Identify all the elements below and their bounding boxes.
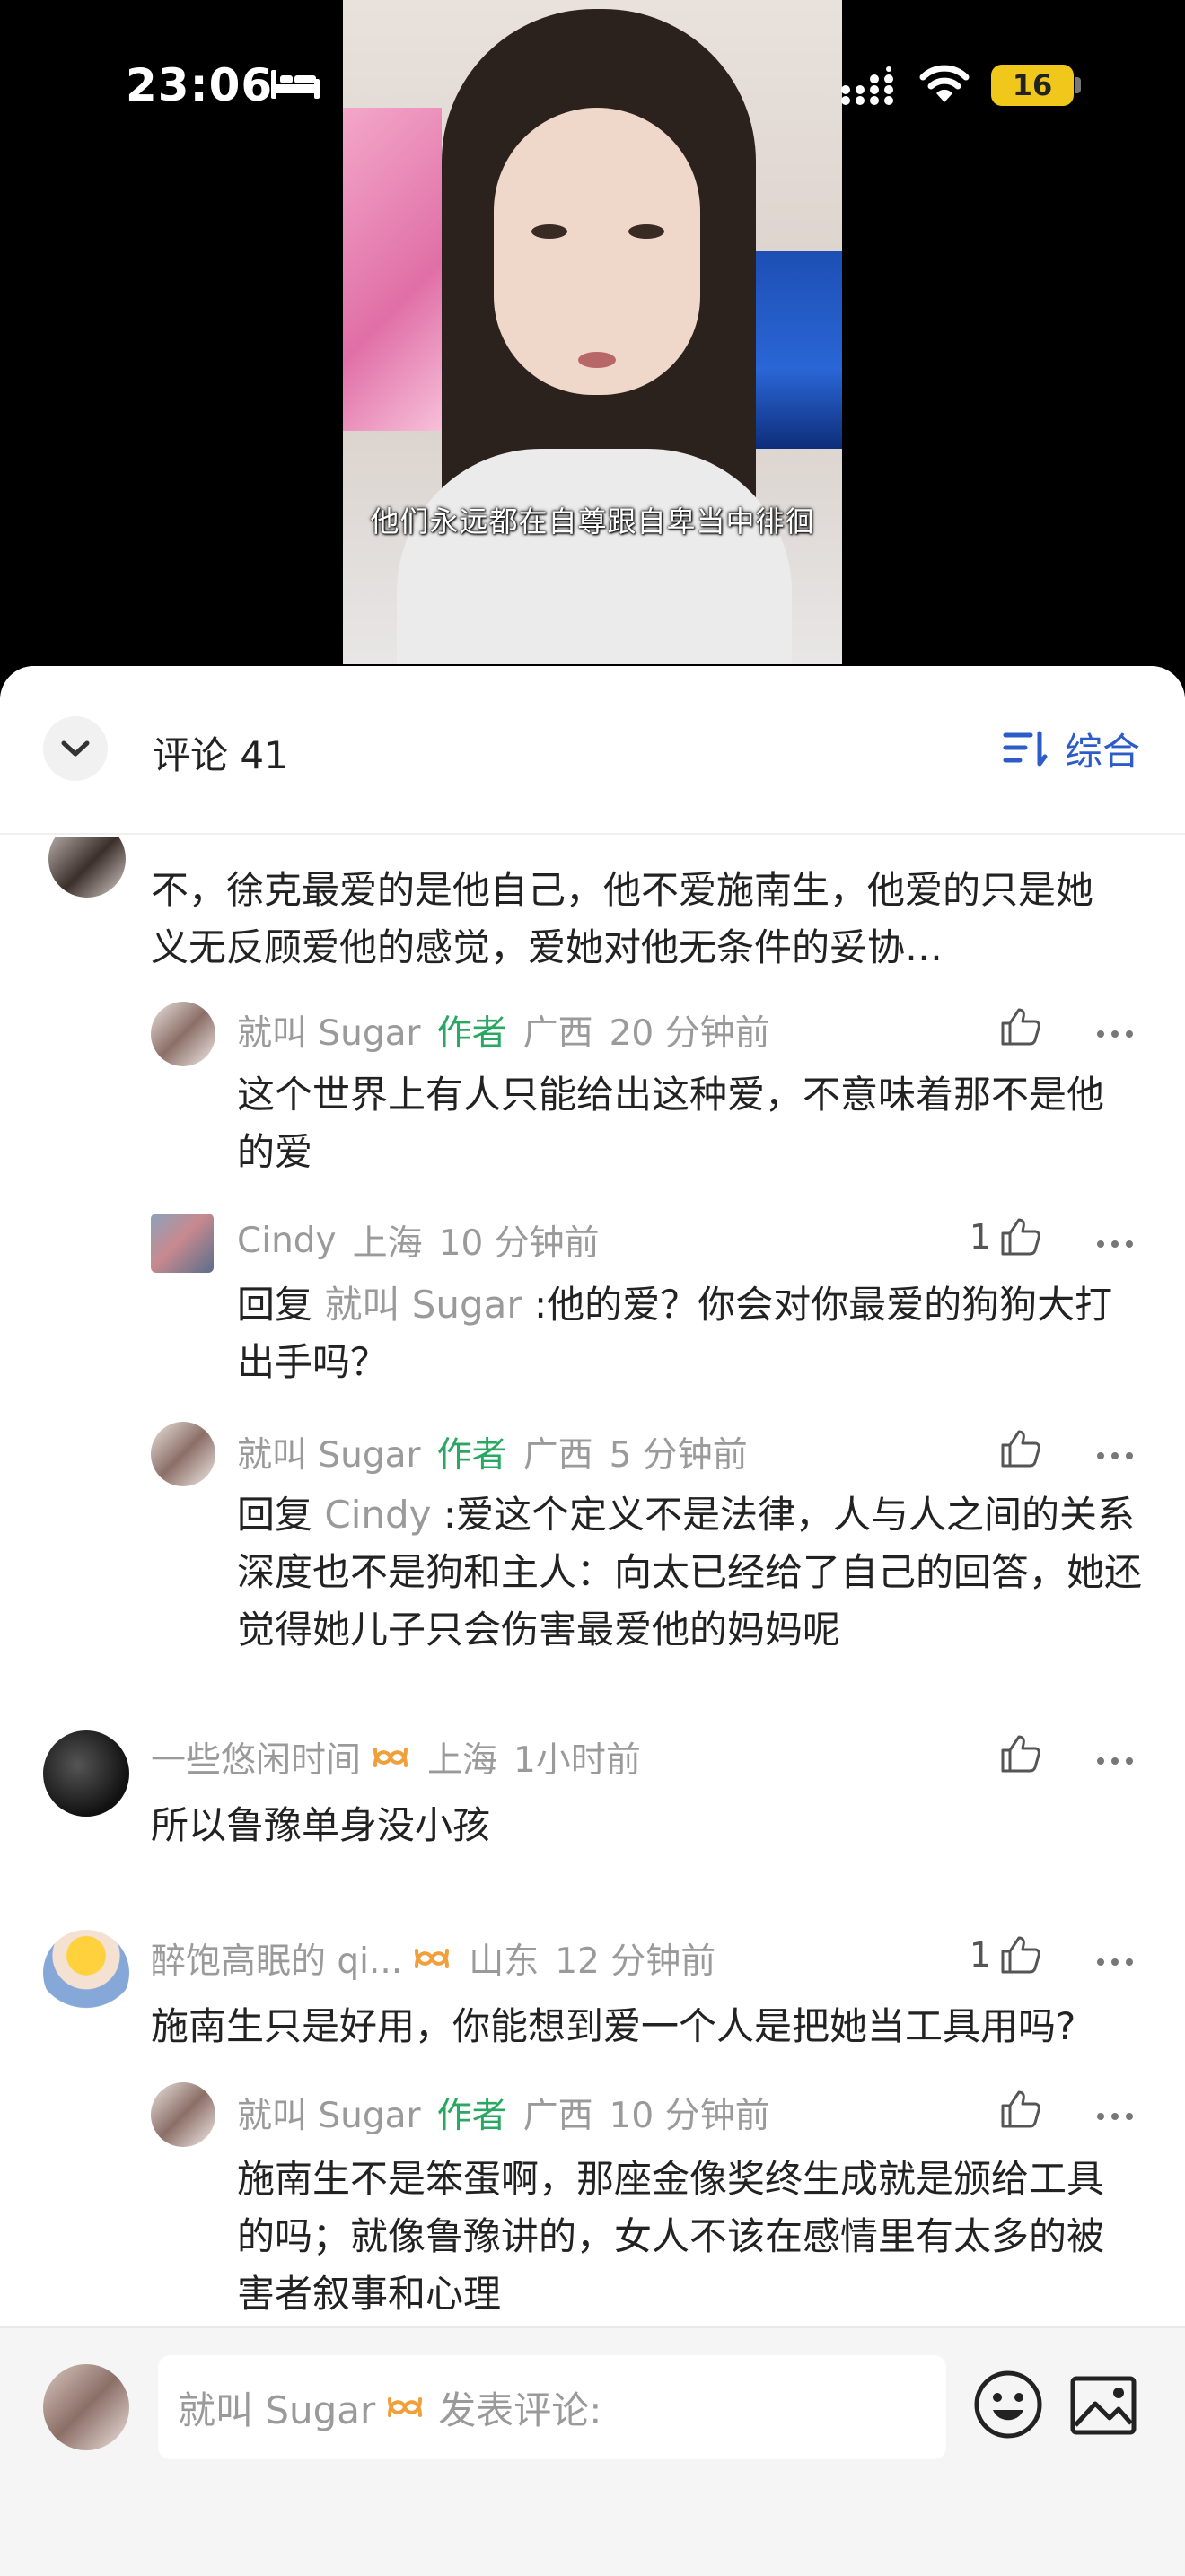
reply-to-user[interactable]: Cindy	[324, 1493, 431, 1537]
wifi-icon	[919, 65, 970, 102]
more-dots-icon[interactable]	[1093, 1752, 1137, 1770]
presenter-mouth	[578, 352, 616, 368]
sort-icon	[1003, 731, 1048, 766]
reply-text: 施南生不是笨蛋啊，那座金像奖终生成就是颁给工具的吗；就像鲁豫讲的，女人不该在感情…	[237, 2157, 1105, 2316]
author-badge: 作者	[436, 1013, 507, 1054]
cellular-signal-icon	[841, 66, 893, 105]
presenter-shirt	[397, 449, 792, 664]
author-badge: 作者	[436, 2096, 507, 2136]
video-frame[interactable]: 他们永远都在自尊跟自卑当中徘徊	[343, 0, 842, 664]
reply-meta: 就叫 Sugar 作者 广西 10 分钟前	[237, 2086, 770, 2140]
timestamp: 12 分钟前	[555, 1941, 716, 1982]
location: 广西	[522, 1013, 593, 1054]
sort-button[interactable]: 综合	[1002, 722, 1140, 776]
presenter-eye	[531, 224, 567, 239]
comment-meta: 一些悠闲时间 上海 1小时前	[151, 1730, 641, 1784]
input-user-name: 就叫 Sugar	[178, 2388, 376, 2432]
author-name[interactable]: 就叫 Sugar	[237, 2088, 421, 2138]
background-leopard-painting	[343, 108, 442, 431]
image-icon[interactable]	[1068, 2371, 1138, 2440]
reply-prefix: 回复	[237, 1283, 313, 1327]
comments-title: 评论 41	[153, 733, 288, 777]
timestamp: 1小时前	[514, 1740, 641, 1781]
location: 上海	[427, 1740, 498, 1781]
timestamp: 20 分钟前	[609, 1013, 770, 1054]
avatar[interactable]	[151, 2082, 215, 2147]
location: 山东	[469, 1941, 540, 1982]
thumbs-up-icon	[1001, 1008, 1040, 1046]
author-name[interactable]: Cindy	[237, 1221, 337, 1261]
status-time: 23:06	[126, 59, 274, 111]
more-dots-icon[interactable]	[1093, 1235, 1137, 1253]
like-button[interactable]: 1	[970, 1217, 1041, 1257]
location: 广西	[522, 2096, 593, 2136]
like-button[interactable]	[1000, 1429, 1041, 1468]
timestamp: 10 分钟前	[609, 2096, 770, 2136]
reply-text: 回复 Cindy :爱这个定义不是法律，人与人之间的关系深度也不是狗和主人：向太…	[237, 1486, 1144, 1659]
reply-text: 这个世界上有人只能给出这种爱，不意味着那不是他的爱	[237, 1073, 1105, 1174]
emoji-icon[interactable]	[971, 2368, 1045, 2441]
reply-meta: Cindy 上海 10 分钟前	[237, 1214, 600, 1267]
sort-label: 综合	[1064, 730, 1140, 774]
reply-meta: 就叫 Sugar 作者 广西 5 分钟前	[237, 1425, 748, 1479]
more-dots-icon[interactable]	[1093, 1025, 1137, 1043]
thumbs-up-icon	[1001, 1936, 1040, 1974]
timestamp: 10 分钟前	[438, 1223, 600, 1264]
bed-icon	[271, 70, 320, 99]
battery-indicator: 16	[991, 65, 1074, 106]
header-divider	[0, 833, 1185, 835]
more-dots-icon[interactable]	[1093, 1953, 1137, 1971]
avatar[interactable]	[151, 1214, 214, 1273]
current-user-avatar[interactable]	[43, 2364, 129, 2450]
like-button[interactable]	[1000, 2090, 1041, 2129]
avatar[interactable]	[151, 1002, 215, 1066]
collapse-button[interactable]	[43, 716, 108, 781]
background-sea-painting	[743, 251, 842, 449]
vip-infinity-icon	[415, 1949, 450, 1968]
author-name[interactable]: 醉饱高眠的 qi...	[151, 1933, 402, 1984]
author-name[interactable]: 就叫 Sugar	[237, 1005, 421, 1056]
thumbs-up-icon	[1001, 1735, 1040, 1773]
author-name[interactable]: 一些悠闲时间	[151, 1732, 361, 1783]
like-button[interactable]	[1000, 1007, 1041, 1047]
like-count: 1	[969, 1217, 991, 1257]
thumbs-up-icon	[1001, 1430, 1040, 1468]
reply-meta: 就叫 Sugar 作者 广西 20 分钟前	[237, 1003, 770, 1057]
comment-text: 施南生只是好用，你能想到爱一个人是把她当工具用吗?	[151, 2004, 1076, 2048]
thumbs-up-icon	[1001, 1218, 1040, 1256]
avatar[interactable]	[43, 1730, 129, 1817]
avatar[interactable]	[151, 1422, 215, 1486]
chevron-down-icon	[61, 740, 90, 757]
author-name[interactable]: 就叫 Sugar	[237, 1427, 421, 1477]
avatar[interactable]	[43, 1930, 129, 2016]
reply-text: 回复 就叫 Sugar :他的爱？你会对你最爱的狗狗大打出手吗？	[237, 1276, 1135, 1391]
like-count: 1	[969, 1935, 991, 1975]
thumbs-up-icon	[1001, 2090, 1040, 2128]
location: 上海	[352, 1223, 423, 1264]
comment-meta: 醉饱高眠的 qi... 山东 12 分钟前	[151, 1932, 715, 1985]
comment-text: 所以鲁豫单身没小孩	[151, 1803, 491, 1847]
presenter-eye	[628, 224, 664, 239]
vip-infinity-icon	[388, 2397, 423, 2417]
author-badge: 作者	[436, 1435, 507, 1476]
input-placeholder: 发表评论:	[438, 2388, 602, 2432]
more-dots-icon[interactable]	[1093, 2107, 1137, 2125]
more-dots-icon[interactable]	[1093, 1447, 1137, 1465]
location: 广西	[522, 1435, 593, 1476]
like-button[interactable]	[1000, 1734, 1041, 1774]
video-subtitle: 他们永远都在自尊跟自卑当中徘徊	[370, 504, 815, 539]
like-button[interactable]: 1	[970, 1935, 1041, 1975]
comment-sheet-header: 评论 41 综合	[0, 666, 1185, 837]
battery-cap	[1075, 77, 1081, 93]
comment-sheet: 评论 41 综合 不，徐克最爱的是他自己，他不爱施南生，他爱的只是她义无反顾爱他…	[0, 666, 1185, 2574]
vip-infinity-icon	[373, 1748, 408, 1767]
reply-prefix: 回复	[237, 1493, 313, 1537]
reply-to-user[interactable]: 就叫 Sugar	[324, 1283, 522, 1327]
comment-composer-bar: 就叫 Sugar 发表评论:	[0, 2326, 1185, 2576]
comment-input[interactable]: 就叫 Sugar 发表评论:	[158, 2355, 946, 2459]
timestamp: 5 分钟前	[609, 1435, 748, 1476]
comment-text: 不，徐克最爱的是他自己，他不爱施南生，他爱的只是她义无反顾爱他的感觉，爱她对他无…	[151, 868, 1094, 969]
